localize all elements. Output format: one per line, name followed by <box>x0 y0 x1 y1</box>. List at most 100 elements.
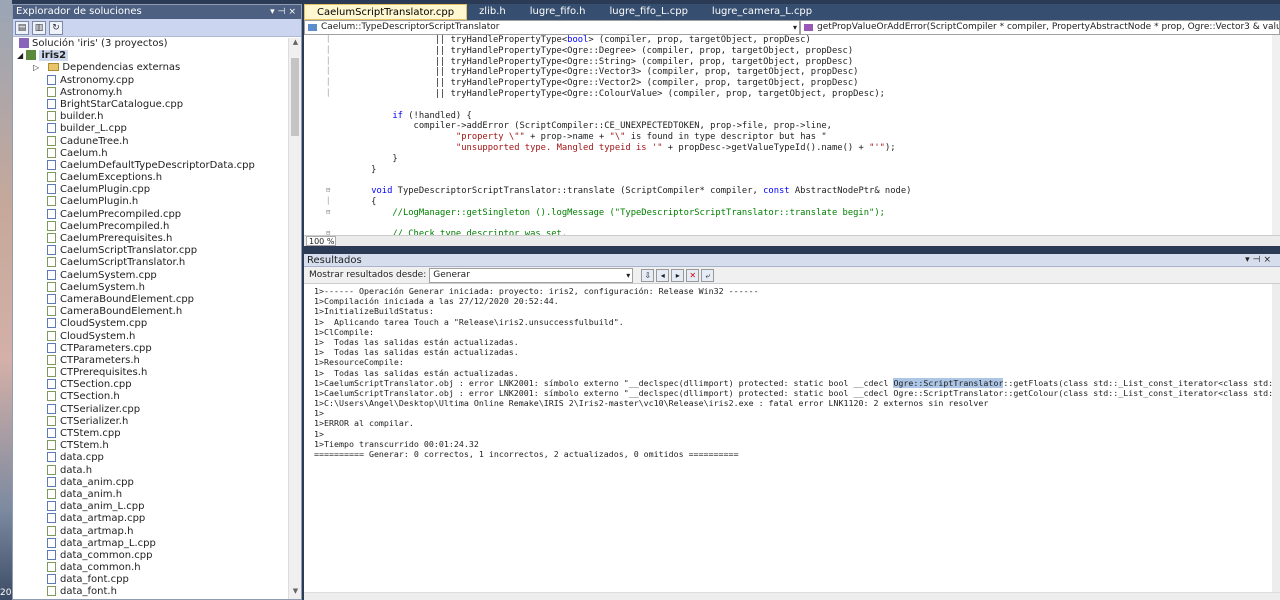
outline-marker-icon[interactable]: │ <box>326 78 330 86</box>
close-icon[interactable]: × <box>1263 255 1274 265</box>
file-node[interactable]: CTSection.h <box>13 391 289 403</box>
file-node[interactable]: data_font.cpp <box>13 574 289 586</box>
scroll-down-arrow-icon[interactable]: ▼ <box>289 587 302 599</box>
scroll-up-arrow-icon[interactable]: ▲ <box>289 38 302 50</box>
file-node[interactable]: data.h <box>13 464 289 477</box>
editor-vertical-scrollbar[interactable] <box>1272 35 1280 235</box>
close-icon[interactable]: × <box>288 7 299 17</box>
file-label: CTStem.h <box>60 440 109 452</box>
solution-icon <box>19 38 29 48</box>
file-node[interactable]: BrightStarCatalogue.cpp <box>13 98 289 111</box>
file-node[interactable]: CaelumPrecompiled.h <box>13 220 289 233</box>
file-node[interactable]: CloudSystem.cpp <box>13 318 289 330</box>
expand-arrow-icon[interactable]: ▷ <box>33 63 39 72</box>
file-node[interactable]: Astronomy.cpp <box>13 74 289 87</box>
dropdown-icon[interactable]: ▾ <box>270 7 278 17</box>
file-node[interactable]: builder_L.cpp <box>13 123 289 135</box>
file-node[interactable]: data_anim.cpp <box>13 476 289 489</box>
show-all-files-icon[interactable]: ▥ <box>32 20 46 35</box>
file-node[interactable]: CameraBoundElement.h <box>13 306 289 318</box>
tab-zlib-h[interactable]: zlib.h <box>467 4 518 20</box>
file-node[interactable]: CTStem.cpp <box>13 428 289 440</box>
file-node[interactable]: CaelumDefaultTypeDescriptorData.cpp <box>13 159 289 172</box>
cpp-file-icon <box>47 245 56 256</box>
code-line: || tryHandlePropertyType<Ogre::Vector2> … <box>350 78 859 89</box>
zoom-dropdown[interactable]: 100 % <box>306 236 336 246</box>
file-node[interactable]: CaelumExceptions.h <box>13 172 289 184</box>
file-node[interactable]: CTStem.h <box>13 440 289 452</box>
dropdown-icon[interactable]: ▾ <box>1245 255 1253 265</box>
pin-icon[interactable]: ⊣ <box>278 7 289 17</box>
clear-all-icon[interactable]: ✕ <box>686 268 700 282</box>
tab-lugre-fifo-l-cpp[interactable]: lugre_fifo_L.cpp <box>598 4 700 20</box>
file-node[interactable]: CTParameters.cpp <box>13 342 289 355</box>
chevron-down-icon[interactable]: ▾ <box>626 269 630 282</box>
external-deps-node[interactable]: ▷ Dependencias externas <box>13 62 289 74</box>
refresh-icon[interactable]: ↻ <box>49 20 63 35</box>
desktop: 20 Explorador de soluciones ▾⊣× ▤ ▥ ↻ So… <box>0 0 1280 600</box>
scroll-thumb[interactable] <box>291 58 299 136</box>
file-node[interactable]: data.cpp <box>13 452 289 464</box>
file-node[interactable]: CaelumPrerequisites.h <box>13 233 289 245</box>
file-node[interactable]: CTSection.cpp <box>13 379 289 391</box>
output-source-dropdown[interactable]: Generar ▾ <box>429 267 634 283</box>
panel-splitter[interactable] <box>304 246 1280 254</box>
file-node[interactable]: CaelumScriptTranslator.cpp <box>13 245 289 257</box>
go-to-next-icon[interactable]: ▸ <box>671 268 685 282</box>
collapse-arrow-icon[interactable]: ◢ <box>17 51 23 60</box>
properties-icon[interactable]: ▤ <box>15 20 29 35</box>
file-node[interactable]: CaelumPrecompiled.cpp <box>13 208 289 221</box>
file-node[interactable]: CaduneTree.h <box>13 135 289 148</box>
tab-lugre-fifo-h[interactable]: lugre_fifo.h <box>518 4 598 20</box>
outline-marker-icon[interactable]: │ <box>326 197 330 205</box>
file-node[interactable]: Caelum.h <box>13 147 289 160</box>
file-node[interactable]: CaelumScriptTranslator.h <box>13 257 289 269</box>
chevron-down-icon[interactable]: ▾ <box>793 21 797 34</box>
file-node[interactable]: data_common.cpp <box>13 549 289 562</box>
file-node[interactable]: CloudSystem.h <box>13 330 289 343</box>
file-node[interactable]: data_anim.h <box>13 488 289 501</box>
file-node[interactable]: CTSerializer.cpp <box>13 403 289 416</box>
folder-icon <box>48 63 60 72</box>
tab-caelumscripttranslator-cpp[interactable]: CaelumScriptTranslator.cpp <box>304 4 468 20</box>
file-node[interactable]: data_artmap_L.cpp <box>13 537 289 550</box>
file-node[interactable]: CaelumPlugin.h <box>13 196 289 208</box>
member-scope-dropdown[interactable]: getPropValueOrAddError(ScriptCompiler * … <box>800 20 1280 35</box>
file-node[interactable]: data_artmap.cpp <box>13 513 289 525</box>
file-node[interactable]: CaelumSystem.h <box>13 281 289 294</box>
solution-node[interactable]: Solución 'iris' (3 proyectos) <box>13 38 289 50</box>
output-vertical-scrollbar[interactable] <box>1272 284 1280 592</box>
file-node[interactable]: CameraBoundElement.cpp <box>13 293 289 306</box>
file-node[interactable]: data_anim_L.cpp <box>13 501 289 513</box>
output-text[interactable]: 1>------ Operación Generar iniciada: pro… <box>314 286 1280 459</box>
file-node[interactable]: CaelumSystem.cpp <box>13 269 289 282</box>
file-node[interactable]: data_artmap.h <box>13 525 289 538</box>
outline-marker-icon[interactable]: │ <box>326 35 330 43</box>
file-node[interactable]: CTParameters.h <box>13 354 289 367</box>
output-line: 1>CaelumScriptTranslator.obj : error LNK… <box>314 377 1280 388</box>
find-message-icon[interactable]: ⇩ <box>641 268 655 282</box>
file-node[interactable]: CaelumPlugin.cpp <box>13 184 289 196</box>
project-node[interactable]: ◢ iris2 <box>13 50 289 62</box>
file-node[interactable]: builder.h <box>13 111 289 123</box>
file-node[interactable]: Astronomy.h <box>13 86 289 99</box>
word-wrap-icon[interactable]: ⤶ <box>701 268 715 282</box>
selected-text[interactable]: Ogre::ScriptTranslator <box>893 377 1004 388</box>
file-node[interactable]: data_common.h <box>13 562 289 574</box>
type-scope-dropdown[interactable]: Caelum::TypeDescriptorScriptTranslator ▾ <box>304 20 800 35</box>
outline-marker-icon[interactable]: ⊟ <box>326 208 330 216</box>
tab-lugre-camera-l-cpp[interactable]: lugre_camera_L.cpp <box>700 4 824 20</box>
outline-marker-icon[interactable]: │ <box>326 57 330 65</box>
outline-marker-icon[interactable]: │ <box>326 46 330 54</box>
go-to-previous-icon[interactable]: ◂ <box>656 268 670 282</box>
file-node[interactable]: CTPrerequisites.h <box>13 367 289 379</box>
solution-explorer-scrollbar[interactable]: ▲ ▼ <box>288 38 301 599</box>
code-editor[interactable]: || tryHandlePropertyType<bool> (compiler… <box>304 35 1280 235</box>
file-node[interactable]: CTSerializer.h <box>13 415 289 428</box>
outline-marker-icon[interactable]: │ <box>326 89 330 97</box>
outline-marker-icon[interactable]: ⊟ <box>326 186 330 194</box>
file-node[interactable]: data_font.h <box>13 586 289 598</box>
output-horizontal-scrollbar[interactable] <box>304 592 1280 600</box>
outline-marker-icon[interactable]: │ <box>326 67 330 75</box>
pin-icon[interactable]: ⊣ <box>1253 255 1264 265</box>
